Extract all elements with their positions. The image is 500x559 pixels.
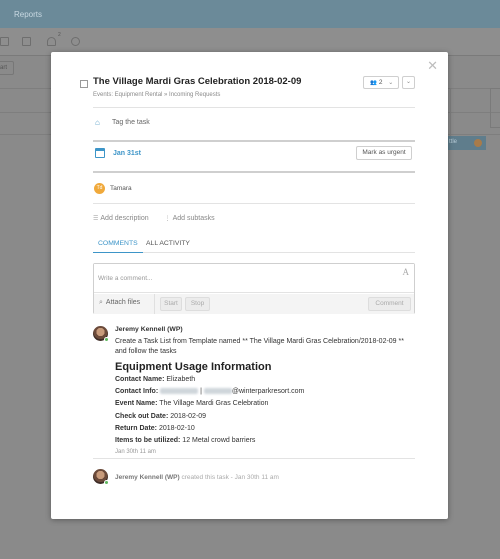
field-value[interactable]: @winterparkresort.com xyxy=(232,388,304,395)
chevron-down-icon: ⌄ xyxy=(405,79,412,85)
redacted-phone xyxy=(160,388,199,395)
event-name-line: Event Name: The Village Mardi Gras Celeb… xyxy=(115,400,268,407)
task-extras: ☰ Add description ⋮ Add subtasks xyxy=(93,215,215,222)
avatar xyxy=(93,326,109,342)
avatar xyxy=(474,139,482,147)
assignees-button[interactable]: 👥 2 ⌄ xyxy=(363,76,399,89)
contact-name-line: Contact Name: Elizabeth xyxy=(115,376,195,383)
divider xyxy=(154,294,155,314)
field-value: The Village Mardi Gras Celebration xyxy=(159,400,269,407)
breadcrumb[interactable]: Events: Equipment Rental » Incoming Requ… xyxy=(93,92,220,98)
comment-heading: Equipment Usage Information xyxy=(115,361,272,373)
description-icon: ☰ xyxy=(93,216,99,222)
redacted-email-user xyxy=(203,388,232,395)
divider xyxy=(93,107,415,108)
divider xyxy=(93,203,415,204)
composer-toolbar: ⌕ Attach files Start Stop Comment xyxy=(94,294,414,314)
activity-tabs: COMMENTS ALL ACTIVITY xyxy=(93,238,415,253)
comment-author[interactable]: Jeremy Kennell (WP) xyxy=(115,326,183,333)
field-value: Elizabeth xyxy=(166,376,196,383)
task-title[interactable]: The Village Mardi Gras Celebration 2018-… xyxy=(93,76,301,87)
task-complete-checkbox[interactable] xyxy=(80,80,88,88)
avatar xyxy=(93,469,109,485)
tag-placeholder[interactable]: Tag the task xyxy=(112,119,150,126)
activity-action: created this task xyxy=(181,474,229,481)
add-subtasks-label: Add subtasks xyxy=(172,215,215,222)
attach-files-button[interactable]: ⌕ Attach files xyxy=(99,299,140,307)
checkout-date-line: Check out Date: 2018-02-09 xyxy=(115,413,206,420)
timer-stop-button[interactable]: Stop xyxy=(185,297,210,311)
close-icon[interactable]: ✕ xyxy=(427,59,438,72)
paperclip-icon: ⌕ xyxy=(99,299,103,306)
toolbar-badge: 2 xyxy=(58,32,61,38)
assignee-count: 2 xyxy=(378,79,383,86)
bg-task-chip: ttle xyxy=(446,136,486,150)
field-value: 12 Metal crowd barriers xyxy=(182,437,256,444)
bg-right-box xyxy=(490,88,500,128)
app-header: Reports xyxy=(0,0,500,28)
divider xyxy=(93,140,415,142)
add-subtasks-button[interactable]: ⋮ Add subtasks xyxy=(165,215,215,222)
comment-text: Create a Task List from Template named *… xyxy=(115,338,404,355)
comment-timestamp: Jan 30th 11 am xyxy=(115,449,156,455)
online-indicator xyxy=(104,480,109,485)
field-label: Return Date: xyxy=(115,425,158,432)
tag-icon: ⌂ xyxy=(95,118,100,127)
comment-input[interactable] xyxy=(94,264,414,293)
people-icon: 👥 xyxy=(370,80,377,86)
add-description-button[interactable]: ☰ Add description xyxy=(93,215,149,222)
chevron-down-icon: ⌄ xyxy=(388,80,394,86)
field-label: Contact Info: xyxy=(115,388,159,395)
comment-item: Jeremy Kennell (WP) Create a Task List f… xyxy=(93,326,415,456)
app-title: Reports xyxy=(14,10,43,19)
due-date[interactable]: Jan 31st xyxy=(113,150,141,157)
font-format-icon[interactable]: A xyxy=(403,267,410,277)
items-line: Items to be utilized: 12 Metal crowd bar… xyxy=(115,437,255,444)
contact-info-line: Contact Info: | @winterparkresort.com xyxy=(115,388,304,395)
return-date-line: Return Date: 2018-02-10 xyxy=(115,425,195,432)
comment-composer: A ⌕Attach files Start Stop Comment xyxy=(93,263,415,314)
comment-submit-button[interactable]: Comment xyxy=(368,297,411,311)
divider xyxy=(93,171,415,173)
activity-item: Jeremy Kennell (WP) created this task - … xyxy=(93,469,415,487)
tab-comments[interactable]: COMMENTS xyxy=(93,240,143,253)
activity-timestamp: Jan 30th 11 am xyxy=(234,474,279,481)
divider xyxy=(93,458,415,459)
calendar-icon xyxy=(95,148,105,158)
toolbar-icon xyxy=(22,37,31,46)
assignee-name[interactable]: Tamara xyxy=(110,185,132,192)
subtasks-icon: ⋮ xyxy=(164,216,171,222)
timer-start-button[interactable]: Start xyxy=(160,297,182,311)
field-value: 2018-02-10 xyxy=(158,425,195,432)
bg-left-button: art xyxy=(0,61,14,75)
attach-files-label: Attach files xyxy=(105,299,141,306)
task-modal: ✕ The Village Mardi Gras Celebration 201… xyxy=(51,52,448,519)
people-icon xyxy=(47,37,56,46)
add-description-label: Add description xyxy=(100,215,149,222)
field-label: Event Name: xyxy=(115,400,158,407)
field-separator: | xyxy=(200,388,202,395)
online-indicator xyxy=(104,337,109,342)
activity-text: Jeremy Kennell (WP) created this task - … xyxy=(115,474,279,481)
more-options-button[interactable]: ⌄ xyxy=(402,76,415,89)
field-label: Contact Name: xyxy=(115,376,165,383)
bg-task-chip-label: ttle xyxy=(449,139,458,145)
field-value: 2018-02-09 xyxy=(170,413,207,420)
tab-all-activity[interactable]: ALL ACTIVITY xyxy=(146,240,190,253)
field-label: Items to be utilized: xyxy=(115,437,181,444)
settings-icon xyxy=(71,37,80,46)
mark-urgent-button[interactable]: Mark as urgent xyxy=(356,146,412,160)
avatar: Td xyxy=(94,183,105,194)
field-label: Check out Date: xyxy=(115,413,169,420)
activity-author[interactable]: Jeremy Kennell (WP) xyxy=(115,474,180,481)
toolbar-icon xyxy=(0,37,9,46)
